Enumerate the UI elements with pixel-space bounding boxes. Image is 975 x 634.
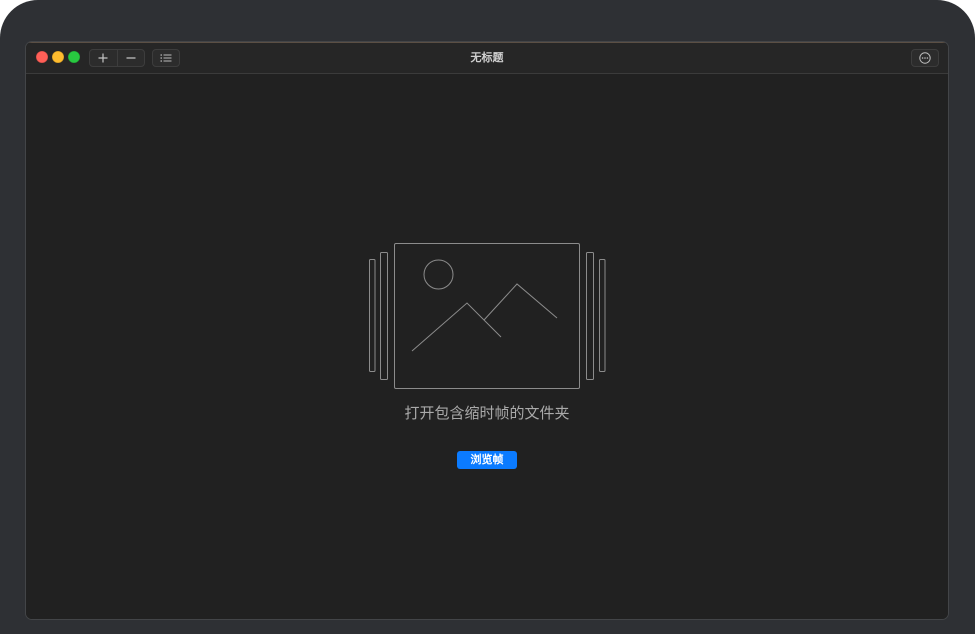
remove-button[interactable]	[116, 50, 144, 66]
title-bar: 无标题	[26, 42, 948, 74]
plus-icon	[98, 53, 108, 63]
empty-state-message: 打开包含缩时帧的文件夹	[404, 404, 570, 422]
image-frames-icon	[369, 243, 606, 389]
list-icon	[160, 54, 172, 62]
back-frame-left-outer	[369, 259, 376, 372]
list-view-button[interactable]	[152, 49, 180, 67]
browse-frames-button[interactable]: 浏览帧	[457, 451, 517, 469]
back-frame-right-inner	[586, 252, 594, 380]
mountain-right	[483, 283, 558, 321]
minus-icon	[126, 57, 136, 59]
zoom-button[interactable]	[68, 51, 80, 63]
app-window: 无标题 打开包含缩时帧的文件夹 浏览帧	[26, 42, 948, 619]
more-options-button[interactable]	[911, 49, 939, 67]
sun-circle	[423, 259, 454, 290]
add-remove-segmented-control	[89, 49, 145, 67]
more-icon	[919, 52, 931, 64]
close-button[interactable]	[36, 51, 48, 63]
minimize-button[interactable]	[52, 51, 64, 63]
back-frame-right-outer	[599, 259, 606, 372]
back-frame-left-inner	[380, 252, 388, 380]
mountain-left	[411, 302, 502, 352]
add-button[interactable]	[90, 50, 117, 66]
